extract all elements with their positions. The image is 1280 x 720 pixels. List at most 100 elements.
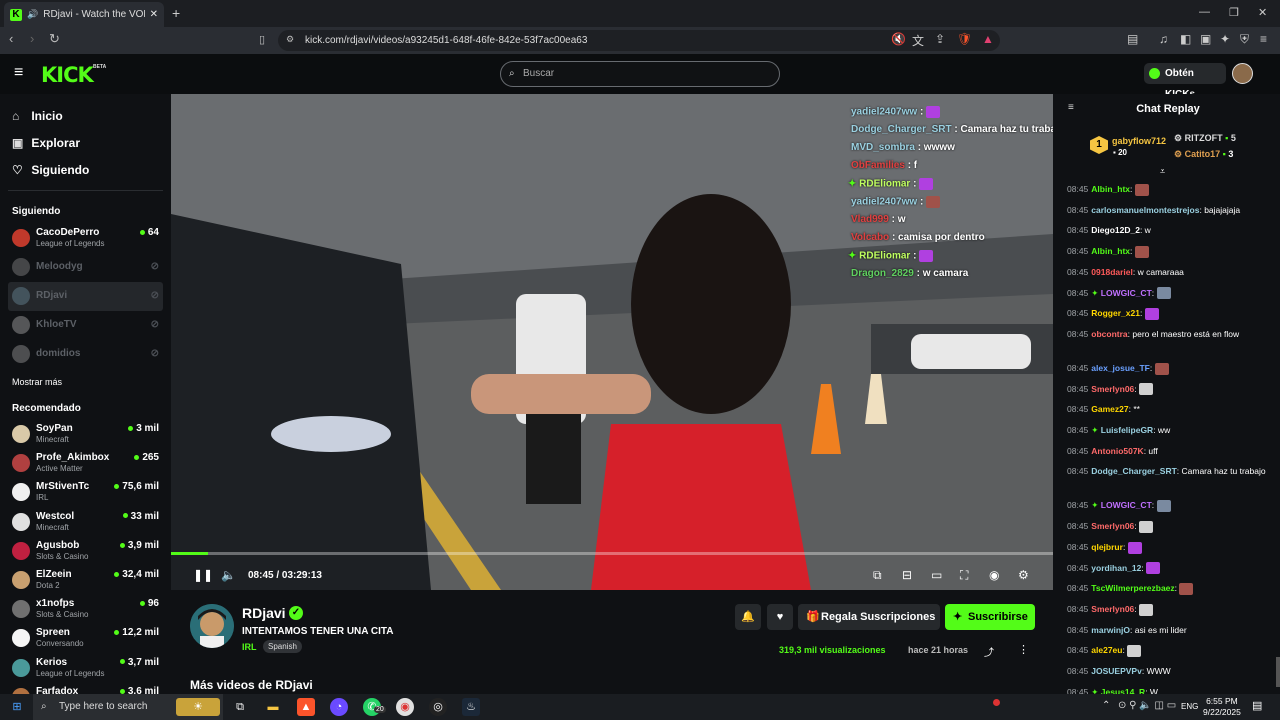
taskbar-weather-icon[interactable]: ☀ [176,698,220,716]
media-icon[interactable]: ♫ [1159,32,1168,46]
channel-avatar[interactable] [190,604,234,648]
search-input[interactable]: ⌕ Buscar [500,61,780,87]
obs-icon[interactable]: ◎ [429,698,447,716]
site-info-icon[interactable]: ⚙ [286,34,294,45]
restore-button[interactable]: ❐ [1229,6,1239,19]
show-more-link[interactable]: Mostrar más [12,377,62,387]
brave-shield-icon[interactable]: 🛡 [957,32,972,46]
chrome-icon[interactable]: ◉ [396,698,414,716]
category-link[interactable]: IRL [242,642,257,652]
vpn-icon[interactable]: ⛨ [1240,32,1249,47]
nav-home[interactable]: ⌂ Inicio [12,109,63,123]
wallet-icon[interactable]: ▣ [1200,32,1211,46]
forward-icon[interactable]: › [30,31,34,46]
following-channel[interactable]: KhloeTV ⊘ [8,311,163,340]
recommended-channel[interactable]: Spreen Conversando 12,2 mil [8,624,163,653]
nav-browse[interactable]: ▣ Explorar [12,136,80,150]
messenger-icon[interactable]: ◔ [330,698,348,716]
recommended-channel[interactable]: MrStivenTc IRL 75,6 mil [8,478,163,507]
chat-username[interactable]: ale27eu [1091,645,1122,655]
kick-logo[interactable]: KICK [41,63,94,87]
chat-username[interactable]: qlejbrur [1091,542,1123,552]
chat-username[interactable]: Rogger_x21 [1091,308,1140,318]
share-icon[interactable]: ⇪ [935,32,945,46]
brave-rewards-icon[interactable]: ▲ [982,32,994,46]
menu-icon[interactable]: ≡ [1260,32,1267,46]
chat-scrollbar[interactable] [1276,657,1280,687]
steam-icon[interactable]: ♨ [462,698,480,716]
minimize-button[interactable]: — [1199,6,1210,18]
recommended-channel[interactable]: ElZeein Dota 2 32,4 mil [8,566,163,595]
language-tag[interactable]: Spanish [263,640,302,653]
user-avatar[interactable] [1232,63,1253,84]
clip-icon[interactable]: ▭ [931,568,942,582]
following-channel[interactable]: RDjavi ⊘ [8,282,163,311]
share-icon[interactable]: ⤴ [984,644,994,659]
recommended-channel[interactable]: SoyPan Minecraft 3 mil [8,420,163,449]
pause-icon[interactable]: ❚❚ [193,568,213,582]
language-indicator[interactable]: ENG [1181,702,1198,711]
recommended-channel[interactable]: Kerios League of Legends 3,7 mil [8,654,163,683]
brave-browser-icon[interactable]: ▲ [297,698,315,716]
task-view-icon[interactable]: ⧉ [231,698,249,716]
chat-username[interactable]: Antonio507K [1091,446,1143,456]
sidebar-toggle-icon[interactable]: ◧ [1180,32,1191,46]
chat-username[interactable]: obcontra [1091,329,1127,339]
close-window-button[interactable]: ✕ [1258,6,1267,19]
recommended-channel[interactable]: Profe_Akimbox Active Matter 265 [8,449,163,478]
playback-speed-icon[interactable]: ◉ [989,568,999,582]
video-player[interactable]: yadiel2407ww : Dodge_Charger_SRT : Camar… [171,94,1053,590]
chat-username[interactable]: Albin_htx [1091,246,1130,256]
chat-username[interactable]: Diego12D_2 [1091,225,1140,235]
following-channel[interactable]: Meloodyg ⊘ [8,253,163,282]
reload-icon[interactable]: ↻ [49,31,60,47]
chat-username[interactable]: TscWilmerperezbaez [1091,583,1174,593]
theater-mode-icon[interactable]: ⊟ [902,568,912,582]
notification-bell-button[interactable]: 🔔 [735,604,761,630]
leader-2[interactable]: ⚙ RITZOFT ▪ 5 [1174,133,1236,144]
recommended-channel[interactable]: x1nofps Slots & Casino 96 [8,595,163,624]
chat-username[interactable]: Smerlyn06 [1091,604,1134,614]
following-channel[interactable]: CacoDePerro League of Legends 64 [8,224,163,253]
notification-center-icon[interactable]: ▤ [1252,699,1262,712]
volume-icon[interactable]: 🔈 [221,568,236,582]
chat-username[interactable]: Smerlyn06 [1091,521,1134,531]
leo-ai-icon[interactable]: ✦ [1220,32,1230,46]
settings-gear-icon[interactable]: ⚙ [1018,568,1029,582]
nav-following[interactable]: ♡ Siguiendo [12,163,89,177]
channel-name[interactable]: RDjavi [242,605,286,621]
chat-username[interactable]: Dodge_Charger_SRT [1091,466,1177,476]
subscribe-button[interactable]: ✦ Suscribirse [945,604,1035,630]
recommended-channel[interactable]: Agusbob Slots & Casino 3,9 mil [8,537,163,566]
chat-username[interactable]: Smerlyn06 [1091,384,1134,394]
video-progress-bar[interactable] [171,552,1053,555]
mute-site-icon[interactable]: 🔇 [891,32,906,46]
back-icon[interactable]: ‹ [9,31,13,46]
audio-icon[interactable]: 🔊 [27,9,38,20]
chat-username[interactable]: LOWGIC_CT [1101,500,1152,510]
gift-subs-button[interactable]: 🎁 Regala Suscripciones [798,604,940,630]
translate-icon[interactable]: 文 [912,32,924,49]
new-tab-button[interactable]: + [172,5,180,21]
follow-heart-button[interactable]: ♥ [767,604,793,630]
recommended-channel[interactable]: Westcol Minecraft 33 mil [8,508,163,537]
chat-username[interactable]: LOWGIC_CT [1101,288,1152,298]
tray-icons[interactable]: ⊙ ⚲ 🔈 ◫ ▭ [1118,700,1176,711]
leader-1-name[interactable]: gabyflow712 [1112,136,1166,146]
chat-username[interactable]: JOSUEPVPv [1091,666,1142,676]
chat-username[interactable]: Gamez27 [1091,404,1128,414]
pip-icon[interactable]: ⧉ [873,568,882,583]
chat-username[interactable]: marwinjO [1091,625,1130,635]
leader-3[interactable]: ⚙ Catito17 ▪ 3 [1174,149,1233,160]
fullscreen-icon[interactable]: ⛶ [960,568,968,583]
taskbar-clock[interactable]: 6:55 PM 9/22/2025 [1203,696,1241,718]
chat-username[interactable]: Albin_htx [1091,184,1130,194]
chat-username[interactable]: 0918dariel [1091,267,1133,277]
more-options-icon[interactable]: ⋮ [1018,643,1029,656]
chat-username[interactable]: carlosmanuelmontestrejos [1091,205,1199,215]
file-explorer-icon[interactable]: ▬ [264,698,282,716]
chat-username[interactable]: alex_josue_TF [1091,363,1150,373]
expand-leaderboard-icon[interactable]: ⩡ [1160,166,1165,177]
bookmark-icon[interactable]: ▯ [259,33,265,46]
following-channel[interactable]: domidios ⊘ [8,340,163,369]
